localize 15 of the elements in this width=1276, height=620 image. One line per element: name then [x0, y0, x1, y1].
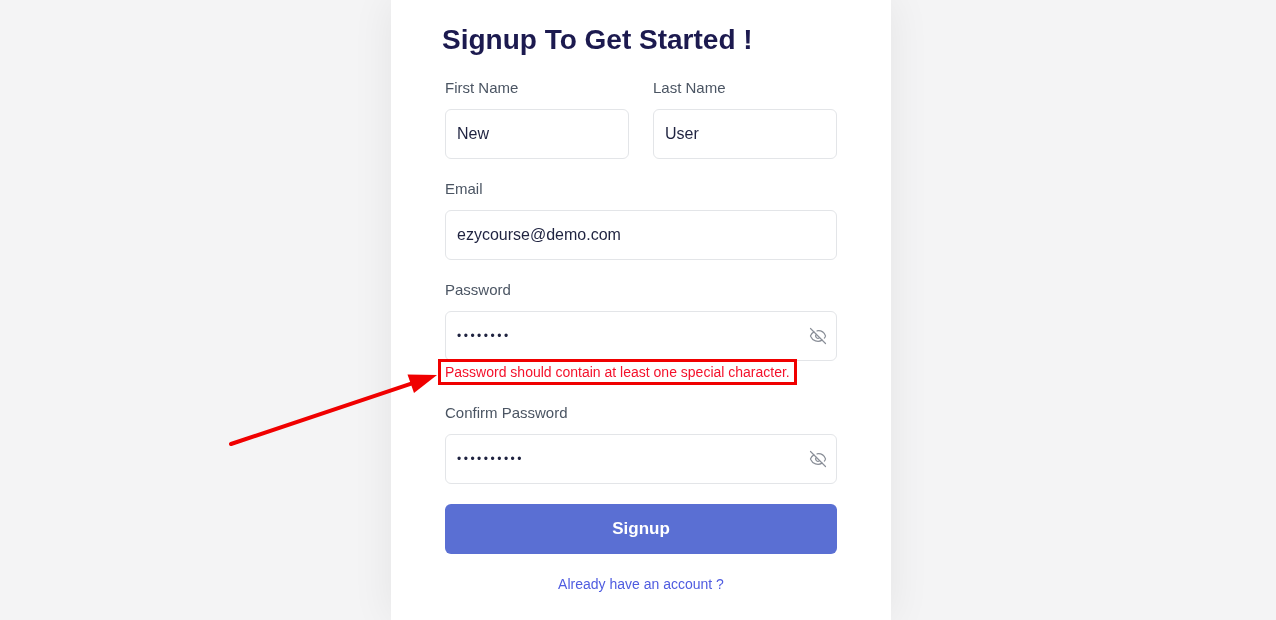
page-heading: Signup To Get Started ! [442, 23, 753, 57]
eye-slash-icon[interactable] [809, 450, 827, 468]
input-field[interactable]: User [653, 109, 837, 159]
password-field[interactable]: •••••••• [445, 311, 837, 361]
field-label: Email [445, 179, 483, 199]
field-label: Password [445, 280, 511, 300]
eye-slash-icon[interactable] [809, 327, 827, 345]
input-field[interactable]: ezycourse@demo.com [445, 210, 837, 260]
signup-button[interactable]: Signup [445, 504, 837, 554]
login-link[interactable]: Already have an account ? [558, 574, 724, 594]
field-label: First Name [445, 78, 519, 98]
field-label: Confirm Password [445, 403, 568, 423]
input-field[interactable]: New [445, 109, 629, 159]
password-field[interactable]: •••••••••• [445, 434, 837, 484]
field-label: Last Name [653, 78, 726, 98]
